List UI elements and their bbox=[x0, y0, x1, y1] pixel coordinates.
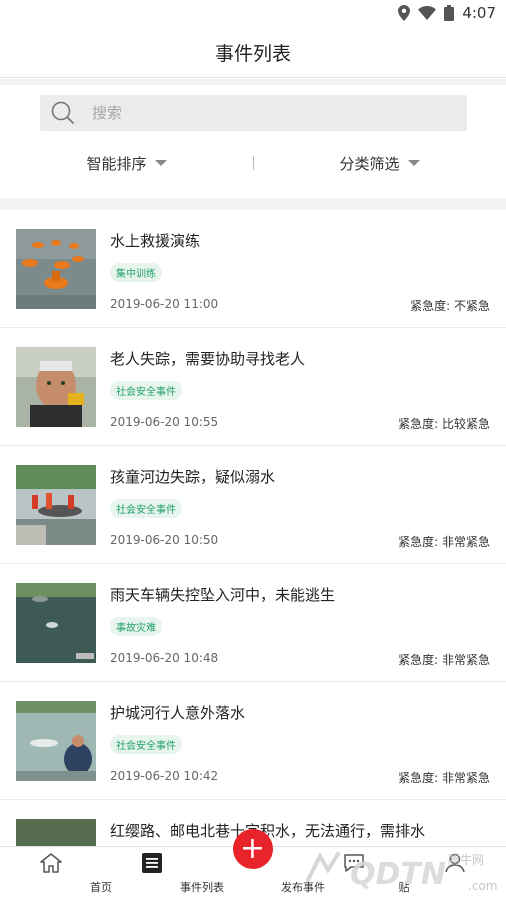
event-title: 老人失踪，需要协助寻找老人 bbox=[110, 350, 306, 368]
status-icons: 4:07 bbox=[398, 4, 496, 22]
section-divider bbox=[0, 198, 506, 210]
event-date: 2019-06-20 10:50 bbox=[110, 533, 219, 547]
nav-publish[interactable]: + 发布事件 bbox=[202, 829, 325, 901]
event-title: 水上救援演练 bbox=[110, 232, 201, 250]
event-thumbnail bbox=[16, 465, 96, 545]
search-box[interactable] bbox=[40, 95, 467, 131]
event-list-item[interactable]: 水上救援演练 集中训练 2019-06-20 11:00 紧急度: 不紧急 bbox=[0, 210, 506, 328]
publish-plus-icon[interactable]: + bbox=[232, 829, 273, 869]
battery-icon bbox=[444, 5, 455, 21]
event-date: 2019-06-20 10:55 bbox=[110, 415, 219, 429]
list-icon bbox=[141, 853, 162, 873]
event-list-item[interactable]: 护城河行人意外落水 社会安全事件 2019-06-20 10:42 紧急度: 非… bbox=[0, 682, 506, 800]
event-thumbnail bbox=[16, 819, 96, 846]
caret-down-icon bbox=[407, 160, 420, 166]
event-title: 雨天车辆失控坠入河中，未能逃生 bbox=[110, 586, 336, 604]
event-tag: 社会安全事件 bbox=[110, 499, 182, 518]
status-time: 4:07 bbox=[462, 4, 496, 22]
event-thumbnail bbox=[16, 701, 96, 781]
event-urgency: 紧急度: 非常紧急 bbox=[398, 535, 490, 549]
event-urgency: 紧急度: 非常紧急 bbox=[398, 771, 490, 785]
sort-dropdown[interactable]: 智能排序 bbox=[0, 153, 253, 174]
event-date: 2019-06-20 11:00 bbox=[110, 297, 219, 311]
event-list-item[interactable]: 孩童河边失踪，疑似溺水 社会安全事件 2019-06-20 10:50 紧急度:… bbox=[0, 446, 506, 564]
event-date: 2019-06-20 10:42 bbox=[110, 769, 219, 783]
event-list: 水上救援演练 集中训练 2019-06-20 11:00 紧急度: 不紧急 老人… bbox=[0, 210, 506, 846]
home-icon bbox=[39, 853, 62, 873]
watermark-logo: QDTN 腾牛网 .com bbox=[306, 851, 497, 893]
event-tag: 社会安全事件 bbox=[110, 735, 182, 754]
event-urgency: 紧急度: 非常紧急 bbox=[398, 653, 490, 667]
filter-row: 智能排序 分类筛选 bbox=[0, 143, 506, 183]
caret-down-icon bbox=[154, 160, 167, 166]
event-thumbnail bbox=[16, 229, 96, 309]
category-dropdown[interactable]: 分类筛选 bbox=[253, 153, 506, 174]
event-tag: 事故灾难 bbox=[110, 617, 162, 636]
filter-divider bbox=[253, 156, 254, 170]
category-label: 分类筛选 bbox=[339, 154, 400, 173]
event-title: 护城河行人意外落水 bbox=[110, 704, 246, 722]
wifi-icon bbox=[418, 6, 437, 20]
nav-home[interactable]: 首页 bbox=[0, 847, 112, 901]
bottom-nav: 首页 事件列表 + 发布事件 贴 QDTN 腾牛网 .com bbox=[0, 829, 506, 901]
event-date: 2019-06-20 10:48 bbox=[110, 651, 219, 665]
svg-text:QDTN: QDTN bbox=[350, 857, 446, 892]
page-title: 事件列表 bbox=[214, 43, 291, 65]
nav-events[interactable]: 事件列表 bbox=[101, 847, 224, 901]
event-thumbnail bbox=[16, 347, 96, 427]
search-input[interactable] bbox=[92, 104, 392, 122]
event-list-item[interactable]: 雨天车辆失控坠入河中，未能逃生 事故灾难 2019-06-20 10:48 紧急… bbox=[0, 564, 506, 682]
search-section: 智能排序 分类筛选 bbox=[0, 85, 506, 198]
location-icon bbox=[398, 5, 411, 21]
svg-text:.com: .com bbox=[468, 879, 497, 893]
event-tag: 集中训练 bbox=[110, 263, 162, 282]
sort-label: 智能排序 bbox=[86, 154, 147, 173]
event-urgency: 紧急度: 不紧急 bbox=[410, 299, 490, 313]
event-list-item[interactable]: 老人失踪，需要协助寻找老人 社会安全事件 2019-06-20 10:55 紧急… bbox=[0, 328, 506, 446]
event-urgency: 紧急度: 比较紧急 bbox=[398, 417, 490, 431]
search-icon bbox=[51, 101, 74, 124]
event-tag: 社会安全事件 bbox=[110, 381, 182, 400]
event-title: 孩童河边失踪，疑似溺水 bbox=[110, 468, 276, 486]
svg-text:腾牛网: 腾牛网 bbox=[448, 852, 484, 867]
app-header: 事件列表 bbox=[0, 28, 506, 78]
event-thumbnail bbox=[16, 583, 96, 663]
status-bar: 4:07 bbox=[0, 0, 506, 28]
